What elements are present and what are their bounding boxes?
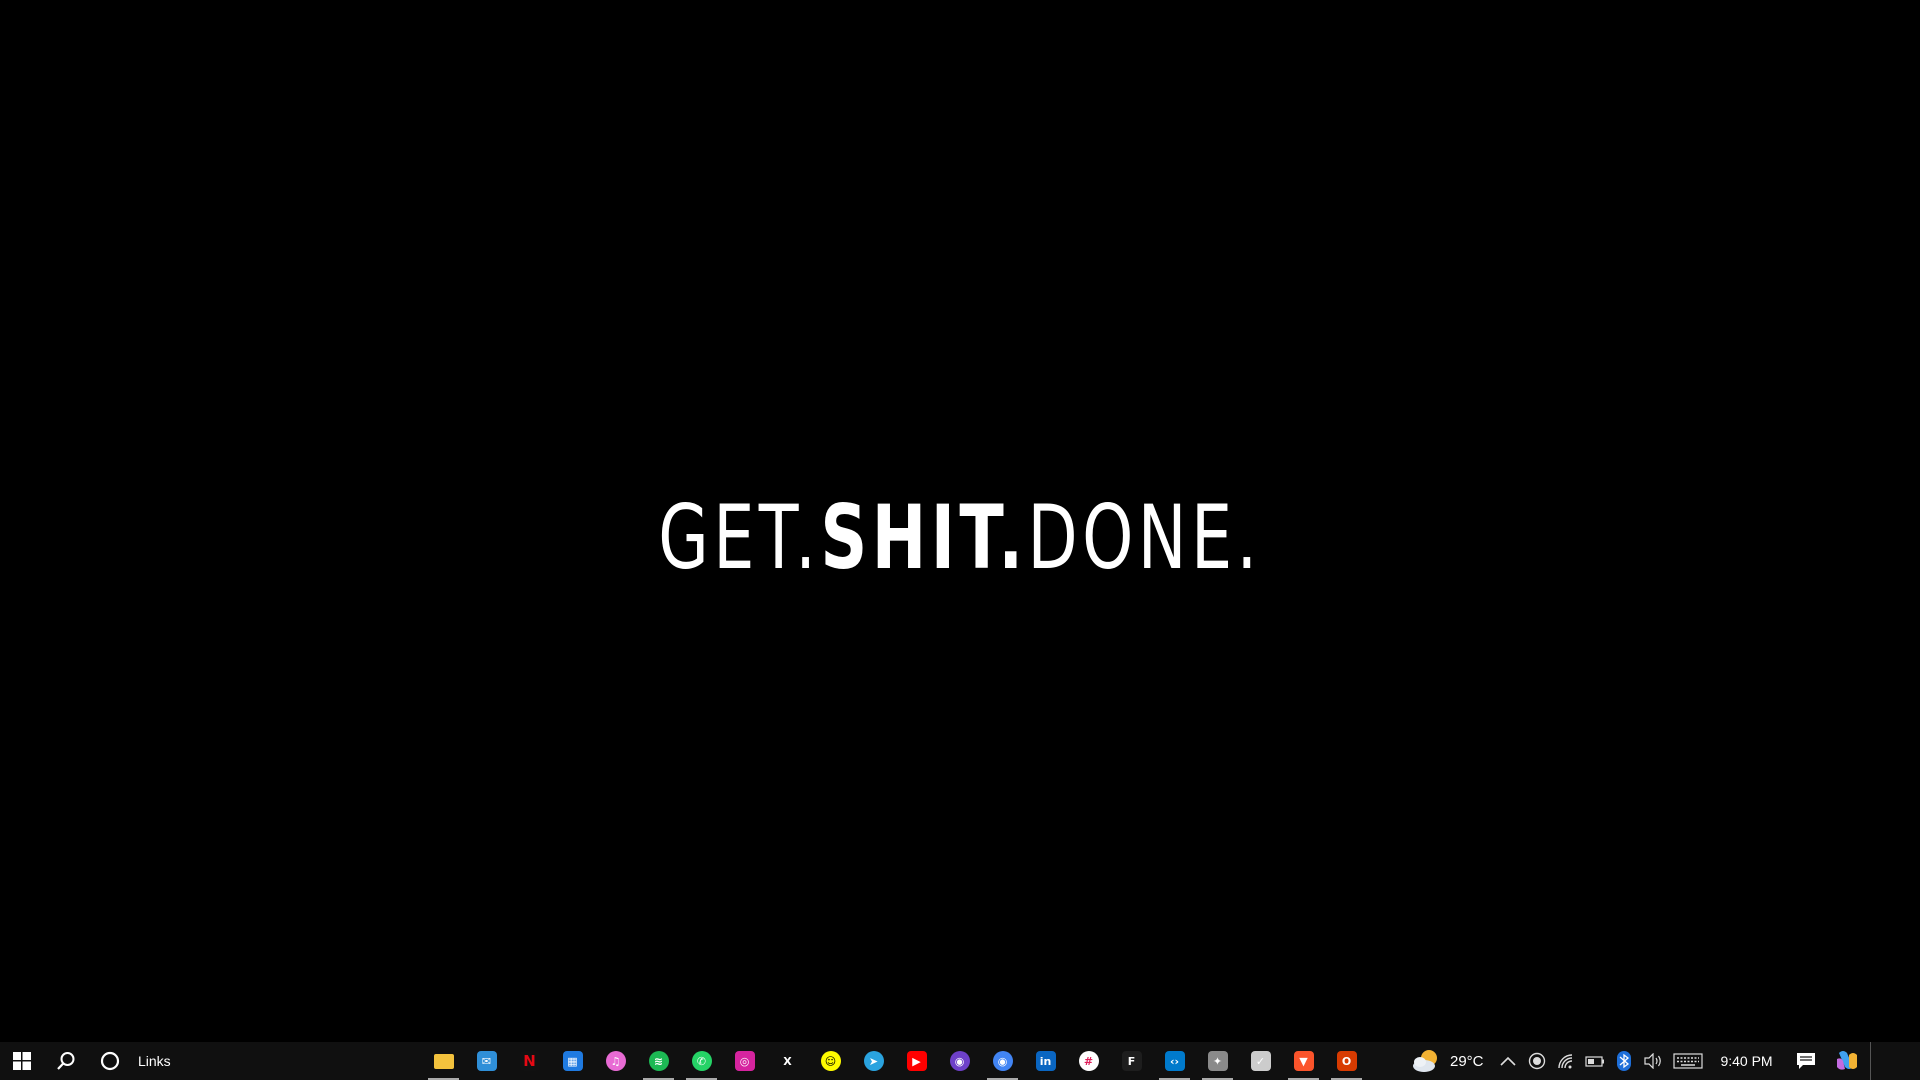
windows-logo-icon bbox=[13, 1052, 31, 1070]
taskbar-app-slack[interactable]: # bbox=[1067, 1042, 1110, 1080]
volume-button[interactable] bbox=[1639, 1042, 1668, 1080]
weather-widget[interactable]: 29°C bbox=[1408, 1048, 1494, 1074]
taskbar-app-mail[interactable]: ✉ bbox=[465, 1042, 508, 1080]
slogan-part-shit: SHIT. bbox=[820, 486, 1028, 589]
vscode-icon: ‹› bbox=[1164, 1051, 1185, 1071]
slack-icon: # bbox=[1078, 1051, 1099, 1071]
spotify-icon: ≋ bbox=[648, 1051, 669, 1071]
taskbar: Links ✉ N ▦ ♫ ≋ ✆ ◎ X ☺ ➤ ▶ ◉ ◉ in # F ‹› ✦ ✓ ▼ O 29°C bbox=[0, 1042, 1920, 1080]
keyboard-icon bbox=[1672, 1053, 1703, 1069]
folder-icon bbox=[433, 1053, 454, 1069]
youtube-icon: ▶ bbox=[906, 1051, 927, 1071]
chrome-icon: ◉ bbox=[992, 1051, 1013, 1071]
search-button[interactable] bbox=[44, 1042, 88, 1080]
game-icon: ✦ bbox=[1207, 1051, 1228, 1071]
weather-temperature: 29°C bbox=[1450, 1052, 1484, 1070]
taskbar-app-snapchat[interactable]: ☺ bbox=[809, 1042, 852, 1080]
battery-icon bbox=[1585, 1056, 1605, 1067]
taskbar-app-brave[interactable]: ▼ bbox=[1282, 1042, 1325, 1080]
taskbar-app-figma[interactable]: F bbox=[1110, 1042, 1153, 1080]
whatsapp-icon: ✆ bbox=[691, 1051, 712, 1071]
mail-icon: ✉ bbox=[476, 1051, 497, 1071]
slogan-part-done: DONE. bbox=[1027, 486, 1262, 589]
netflix-icon: N bbox=[519, 1051, 540, 1071]
chevron-up-icon bbox=[1500, 1056, 1516, 1066]
record-icon bbox=[1528, 1052, 1546, 1070]
system-tray: 29°C 9:40 PM bbox=[1408, 1042, 1876, 1080]
show-hidden-icons-button[interactable] bbox=[1494, 1042, 1523, 1080]
taskbar-app-telegram[interactable]: ➤ bbox=[852, 1042, 895, 1080]
links-toolbar[interactable]: Links bbox=[132, 1042, 179, 1080]
linkedin-icon: in bbox=[1035, 1051, 1056, 1071]
taskbar-app-x[interactable]: X bbox=[766, 1042, 809, 1080]
instagram-icon: ◎ bbox=[734, 1051, 755, 1071]
slogan-part-get: GET. bbox=[658, 486, 821, 589]
pinned-apps: ✉ N ▦ ♫ ≋ ✆ ◎ X ☺ ➤ ▶ ◉ ◉ in # F ‹› ✦ ✓ ▼ O bbox=[422, 1042, 1368, 1080]
taskbar-app-linkedin[interactable]: in bbox=[1024, 1042, 1067, 1080]
itunes-icon: ♫ bbox=[605, 1051, 626, 1071]
brave-icon: ▼ bbox=[1293, 1051, 1314, 1071]
record-button[interactable] bbox=[1523, 1042, 1552, 1080]
speaker-icon bbox=[1644, 1053, 1661, 1069]
taskbar-app-check-app[interactable]: ✓ bbox=[1239, 1042, 1282, 1080]
taskbar-app-file-explorer[interactable] bbox=[422, 1042, 465, 1080]
battery-button[interactable] bbox=[1581, 1042, 1610, 1080]
calendar-icon: ▦ bbox=[562, 1051, 583, 1071]
taskbar-app-netflix[interactable]: N bbox=[508, 1042, 551, 1080]
x-icon: X bbox=[783, 1054, 792, 1068]
touch-keyboard-button[interactable] bbox=[1668, 1042, 1708, 1080]
snapchat-icon: ☺ bbox=[820, 1051, 841, 1071]
github-icon: ◉ bbox=[949, 1051, 970, 1071]
network-button[interactable] bbox=[1552, 1042, 1581, 1080]
copilot-button[interactable] bbox=[1826, 1042, 1870, 1080]
taskbar-app-whatsapp[interactable]: ✆ bbox=[680, 1042, 723, 1080]
taskbar-app-github[interactable]: ◉ bbox=[938, 1042, 981, 1080]
start-button[interactable] bbox=[0, 1042, 44, 1080]
notification-icon bbox=[1796, 1053, 1815, 1069]
wallpaper-slogan: GET.SHIT.DONE. bbox=[250, 488, 1671, 588]
cortana-button[interactable] bbox=[88, 1042, 132, 1080]
taskbar-app-visual-studio-code[interactable]: ‹› bbox=[1153, 1042, 1196, 1080]
copilot-icon bbox=[1836, 1051, 1857, 1070]
taskbar-app-chrome[interactable]: ◉ bbox=[981, 1042, 1024, 1080]
clock[interactable]: 9:40 PM bbox=[1708, 1053, 1786, 1069]
bluetooth-icon bbox=[1617, 1051, 1632, 1071]
taskbar-app-spotify[interactable]: ≋ bbox=[637, 1042, 680, 1080]
partly-cloudy-night-icon bbox=[1413, 1050, 1437, 1072]
wifi-icon bbox=[1558, 1054, 1573, 1069]
taskbar-app-calendar[interactable]: ▦ bbox=[551, 1042, 594, 1080]
taskbar-app-instagram[interactable]: ◎ bbox=[723, 1042, 766, 1080]
taskbar-app-office[interactable]: O bbox=[1325, 1042, 1368, 1080]
figma-icon: F bbox=[1121, 1051, 1142, 1071]
taskbar-app-itunes[interactable]: ♫ bbox=[594, 1042, 637, 1080]
taskbar-app-youtube[interactable]: ▶ bbox=[895, 1042, 938, 1080]
taskbar-app-game[interactable]: ✦ bbox=[1196, 1042, 1239, 1080]
show-desktop-button[interactable] bbox=[1869, 1042, 1876, 1080]
office-icon: O bbox=[1336, 1051, 1357, 1071]
search-icon bbox=[57, 1052, 75, 1070]
cortana-circle-icon bbox=[100, 1051, 120, 1071]
desktop-wallpaper: GET.SHIT.DONE. bbox=[0, 0, 1920, 1042]
action-center-button[interactable] bbox=[1786, 1042, 1826, 1080]
bluetooth-button[interactable] bbox=[1610, 1042, 1639, 1080]
telegram-icon: ➤ bbox=[863, 1051, 884, 1071]
checkbox-icon: ✓ bbox=[1250, 1051, 1271, 1071]
